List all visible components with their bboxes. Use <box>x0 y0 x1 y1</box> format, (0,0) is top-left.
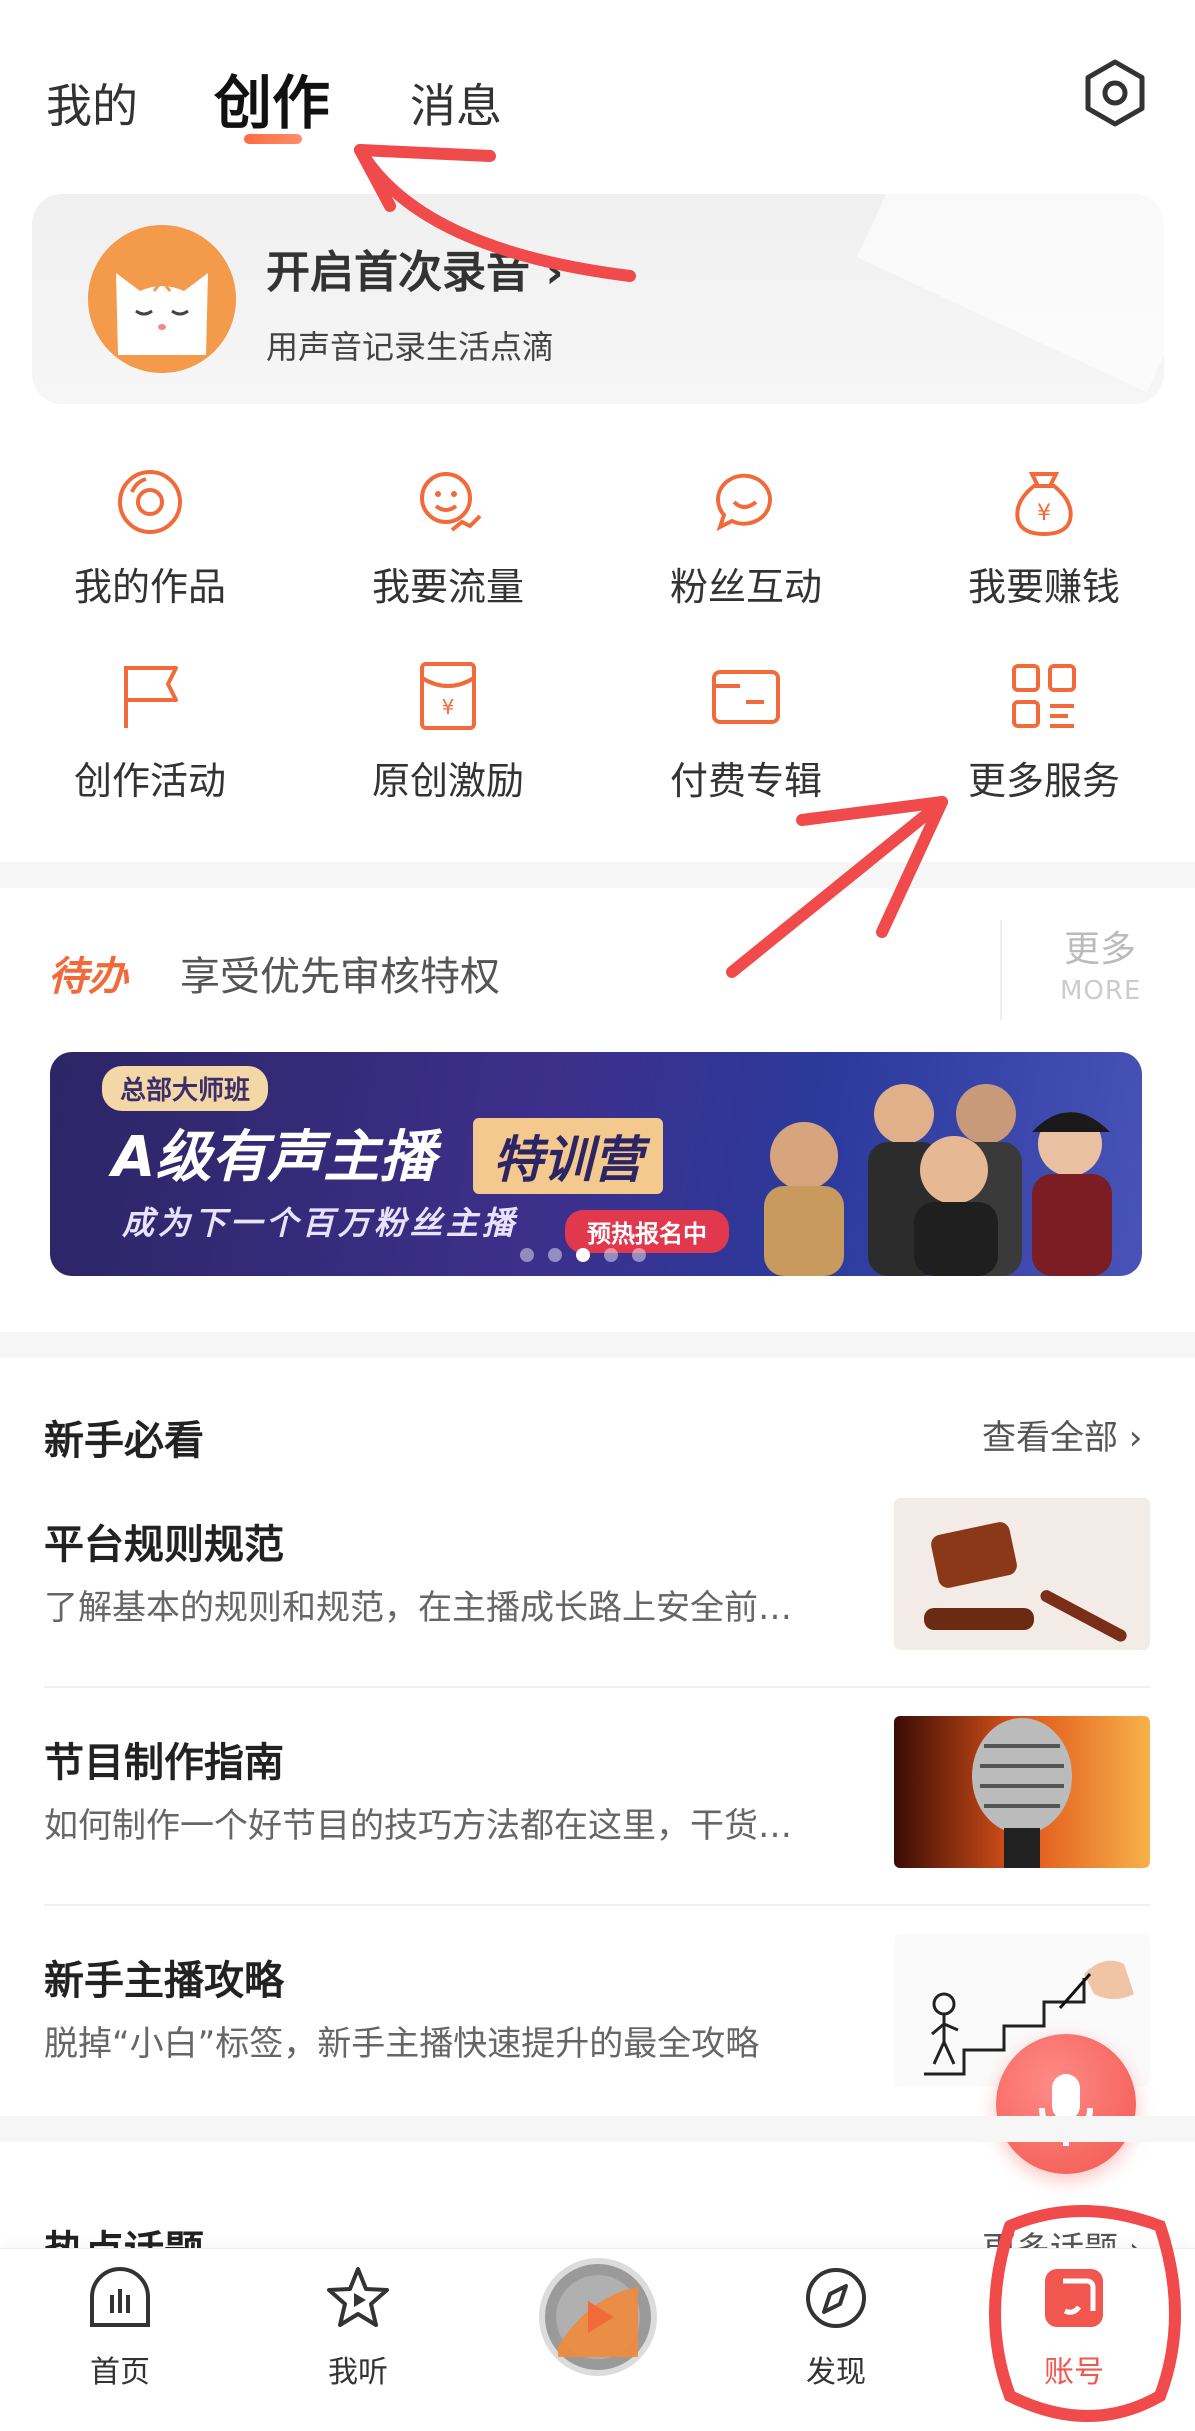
service-paid-album[interactable]: 付费专辑 <box>626 656 866 806</box>
chevron-right-icon: › <box>1118 1418 1143 1458</box>
center-play-icon <box>539 2258 657 2376</box>
tab-create[interactable]: 创作 <box>214 56 330 140</box>
cat-avatar <box>88 225 236 373</box>
pagination-dot-active[interactable] <box>576 1248 590 1262</box>
account-icon <box>1045 2269 1103 2327</box>
microphone-thumbnail <box>894 1716 1150 1868</box>
list-divider <box>44 1904 1150 1906</box>
list-divider <box>44 1686 1150 1688</box>
nav-label: 发现 <box>806 2355 866 2390</box>
service-label: 原创激励 <box>371 759 524 803</box>
home-icon <box>90 2266 150 2327</box>
section-divider <box>0 1332 1195 1358</box>
microphone-icon <box>1039 2074 1093 2146</box>
article-desc: 了解基本的规则和规范，在主播成长路上安全前… <box>44 1588 792 1628</box>
todo-text[interactable]: 享受优先审核特权 <box>180 944 500 1002</box>
service-creation-events[interactable]: 创作活动 <box>30 656 270 806</box>
nav-label: 账号 <box>1044 2355 1104 2390</box>
service-fan-interaction[interactable]: 粉丝互动 <box>626 462 866 612</box>
record-fab[interactable] <box>996 2034 1136 2174</box>
banner-hosts-image <box>764 1084 1112 1276</box>
nav-discover[interactable]: 发现 <box>756 2249 916 2431</box>
pagination-dot[interactable] <box>604 1248 618 1262</box>
article-item[interactable]: 节目制作指南 如何制作一个好节目的技巧方法都在这里，干货… <box>44 1716 1150 1896</box>
article-desc: 如何制作一个好节目的技巧方法都在这里，干货… <box>44 1806 792 1846</box>
banner-badge: 特训营 <box>473 1118 663 1194</box>
card-icon <box>712 670 780 724</box>
chat-bubble-icon <box>715 473 772 531</box>
settings-icon[interactable] <box>1080 58 1150 128</box>
pagination-dot[interactable] <box>548 1248 562 1262</box>
tab-mine[interactable]: 我的 <box>46 70 138 136</box>
promo-banner[interactable]: 总部大师班 A级有声主播 特训营 成为下一个百万粉丝主播 预热报名中 <box>50 1052 1142 1276</box>
view-all-link[interactable]: 查看全部 › <box>982 1410 1142 1459</box>
nav-home[interactable]: 首页 <box>40 2249 200 2431</box>
todo-tag: 待办 <box>48 954 128 1000</box>
article-title: 新手主播攻略 <box>44 1958 284 2004</box>
star-play-icon <box>327 2267 389 2327</box>
todo-more-label: 更多 <box>1064 929 1137 970</box>
article-title: 节目制作指南 <box>44 1740 284 1786</box>
bottom-navigation: 首页 我听 发现 账号 <box>0 2248 1195 2431</box>
service-label: 更多服务 <box>967 759 1120 803</box>
service-label: 付费专辑 <box>669 759 822 803</box>
active-tab-indicator <box>244 134 302 144</box>
article-item[interactable]: 平台规则规范 了解基本的规则和规范，在主播成长路上安全前… <box>44 1498 1150 1678</box>
service-label: 创作活动 <box>73 759 226 803</box>
svg-text:¥: ¥ <box>442 695 455 719</box>
compass-icon <box>806 2268 866 2328</box>
service-original-incentive[interactable]: ¥ 原创激励 <box>328 656 568 806</box>
article-item[interactable]: 新手主播攻略 脱掉“小白”标签，新手主播快速提升的最全攻略 <box>44 1934 1150 2114</box>
nav-listen[interactable]: 我听 <box>278 2249 438 2431</box>
red-envelope-icon: ¥ <box>420 662 476 730</box>
record-card-subtitle: 用声音记录生活点滴 <box>266 328 555 366</box>
pagination-dot[interactable] <box>520 1248 534 1262</box>
beginner-section-title: 新手必看 <box>44 1418 204 1464</box>
banner-subtitle: 成为下一个百万粉丝主播 <box>122 1204 519 1242</box>
article-title: 平台规则规范 <box>44 1522 284 1568</box>
nav-account[interactable]: 账号 <box>994 2249 1154 2431</box>
nav-label: 我听 <box>328 2355 388 2390</box>
tab-messages[interactable]: 消息 <box>410 70 502 136</box>
flag-icon <box>124 666 178 728</box>
grid-icon <box>1012 664 1076 728</box>
service-label: 粉丝互动 <box>669 565 822 609</box>
service-label: 我要流量 <box>371 565 524 609</box>
service-label: 我的作品 <box>73 565 226 609</box>
nav-center-player[interactable] <box>518 2249 678 2431</box>
money-bag-icon: ¥ <box>1015 472 1073 537</box>
record-card-title[interactable]: 开启首次录音 › <box>266 236 563 300</box>
service-label: 我要赚钱 <box>967 565 1120 609</box>
banner-pagination <box>520 1248 646 1262</box>
section-divider <box>0 862 1195 888</box>
service-traffic[interactable]: 我要流量 <box>328 462 568 612</box>
banner-cta: 预热报名中 <box>565 1210 729 1253</box>
disc-icon <box>118 470 182 534</box>
article-desc: 脱掉“小白”标签，新手主播快速提升的最全攻略 <box>44 2024 760 2064</box>
traffic-icon <box>420 472 482 532</box>
gavel-thumbnail <box>894 1498 1150 1650</box>
banner-chip: 总部大师班 <box>102 1066 269 1111</box>
service-my-works[interactable]: 我的作品 <box>30 462 270 612</box>
todo-more-button[interactable]: 更多 MORE <box>1000 920 1150 1020</box>
svg-text:¥: ¥ <box>1037 501 1051 526</box>
top-tab-bar: 我的 创作 消息 <box>0 0 1195 190</box>
pagination-dot[interactable] <box>632 1248 646 1262</box>
banner-title: A级有声主播 <box>112 1125 436 1190</box>
todo-more-label-en: MORE <box>1060 976 1142 1006</box>
section-divider <box>0 2116 1195 2142</box>
service-earn-money[interactable]: ¥ 我要赚钱 <box>924 462 1164 612</box>
chevron-right-icon: › <box>530 247 564 298</box>
nav-label: 首页 <box>90 2355 150 2390</box>
service-more[interactable]: 更多服务 <box>924 656 1164 806</box>
